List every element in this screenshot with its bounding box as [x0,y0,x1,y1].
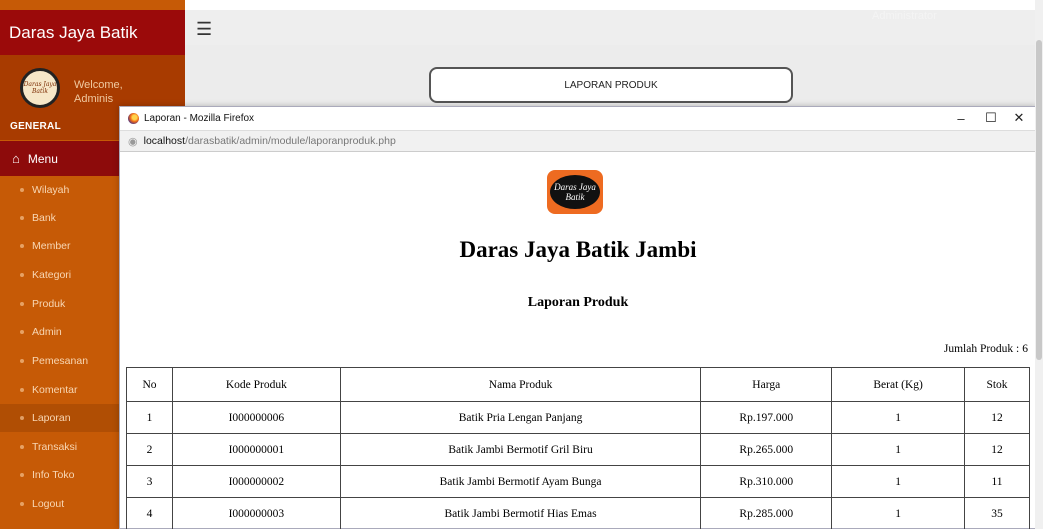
firefox-popup-window: Laporan - Mozilla Firefox – ☐ ✕ ◉ localh… [119,106,1037,529]
cell-berat: 1 [831,401,966,434]
table-row: 3 I000000002 Batik Jambi Bermotif Ayam B… [126,465,1030,498]
welcome-user: Adminis [74,93,114,105]
sidebar-item-label: Laporan [32,412,71,424]
sidebar-item-label: Kategori [32,269,72,281]
cell-berat: 1 [831,433,966,466]
sidebar-item-label: Member [32,240,71,252]
table-row: 1 I000000006 Batik Pria Lengan Panjang R… [126,401,1030,434]
cell-stok: 35 [964,497,1030,529]
product-count-label: Jumlah Produk : [943,343,1020,355]
sidebar-item-label: Komentar [32,384,78,396]
site-info-icon[interactable]: ◉ [128,135,138,148]
welcome-label: Welcome, [74,79,123,91]
cell-no: 3 [126,465,173,498]
top-user-menu[interactable]: Administrator [872,10,937,22]
header-harga: Harga [700,367,833,402]
cell-no: 4 [126,497,173,529]
table-header-row: No Kode Produk Nama Produk Harga Berat (… [126,367,1030,402]
menu-label: Menu [27,151,58,166]
header-nama-produk: Nama Produk [339,367,702,402]
product-report-table: No Kode Produk Nama Produk Harga Berat (… [126,367,1030,529]
sidebar-item-label: Wilayah [32,184,70,196]
minimize-button[interactable]: – [946,109,976,127]
report-title: Laporan Produk [527,295,629,310]
brand-title[interactable]: Daras Jaya Batik [0,10,185,55]
avatar: Daras Jaya Batik [20,68,60,108]
home-icon: ⌂ [12,151,20,166]
url-host: localhost [143,135,186,147]
section-label: GENERAL [10,121,61,132]
cell-nama: Batik Pria Lengan Panjang [339,401,702,434]
sidebar-item-label: Pemesanan [32,355,89,367]
table-row: 2 I000000001 Batik Jambi Bermotif Gril B… [126,433,1030,466]
sidebar-item-label: Logout [32,498,65,510]
page-scrollbar[interactable] [1035,0,1043,529]
cell-harga: Rp.265.000 [700,433,833,466]
sidebar-item-label: Admin [32,326,62,338]
cell-stok: 12 [964,401,1030,434]
window-titlebar[interactable]: Laporan - Mozilla Firefox – ☐ ✕ [120,107,1036,130]
bullet-icon [20,216,24,220]
cell-nama: Batik Jambi Bermotif Gril Biru [339,433,702,466]
logo-text: Daras Jaya Batik [550,175,600,209]
product-count-value: 6 [1022,343,1028,355]
sidebar-item-label: Bank [32,212,56,224]
bullet-icon [20,502,24,506]
cell-no: 1 [126,401,173,434]
url-path: /darasbatik/admin/module/laporanproduk.p… [185,135,396,147]
cell-kode: I000000003 [171,497,341,529]
cell-harga: Rp.197.000 [700,401,833,434]
table-row: 4 I000000003 Batik Jambi Bermotif Hias E… [126,497,1030,529]
cell-no: 2 [126,433,173,466]
sidebar-item-label: Info Toko [32,469,75,481]
cell-berat: 1 [831,497,966,529]
header-kode-produk: Kode Produk [171,367,341,402]
close-button[interactable]: ✕ [1004,109,1034,127]
bullet-icon [20,273,24,277]
product-count: Jumlah Produk :6 [944,343,1028,355]
cell-berat: 1 [831,465,966,498]
header-stok: Stok [964,367,1030,402]
store-logo: Daras Jaya Batik [547,170,603,214]
header-no: No [126,367,173,402]
bullet-icon [20,359,24,363]
cell-stok: 12 [964,433,1030,466]
sidebar-item-label: Transaksi [32,441,78,453]
firefox-icon [128,113,139,124]
cell-kode: I000000002 [171,465,341,498]
address-bar[interactable]: ◉ localhost /darasbatik/admin/module/lap… [120,130,1036,152]
hamburger-icon[interactable]: ☰ [196,19,212,40]
welcome-text: Welcome, Adminis [74,78,123,106]
cell-kode: I000000006 [171,401,341,434]
bullet-icon [20,302,24,306]
cell-nama: Batik Jambi Bermotif Ayam Bunga [339,465,702,498]
window-title: Laporan - Mozilla Firefox [144,113,255,124]
bullet-icon [20,188,24,192]
bullet-icon [20,416,24,420]
bullet-icon [20,473,24,477]
bullet-icon [20,445,24,449]
bullet-icon [20,244,24,248]
cell-harga: Rp.285.000 [700,497,833,529]
report-page: Daras Jaya Batik Daras Jaya Batik Jambi … [120,152,1036,529]
cell-stok: 11 [964,465,1030,498]
bullet-icon [20,388,24,392]
bullet-icon [20,330,24,334]
header-berat: Berat (Kg) [831,367,966,402]
scrollbar-thumb[interactable] [1036,40,1042,360]
cell-kode: I000000001 [171,433,341,466]
sidebar-item-label: Produk [32,298,66,310]
cell-harga: Rp.310.000 [700,465,833,498]
laporan-produk-button[interactable]: LAPORAN PRODUK [429,67,793,103]
cell-nama: Batik Jambi Bermotif Hias Emas [339,497,702,529]
store-name: Daras Jaya Batik Jambi [459,237,697,262]
maximize-button[interactable]: ☐ [976,109,1006,127]
